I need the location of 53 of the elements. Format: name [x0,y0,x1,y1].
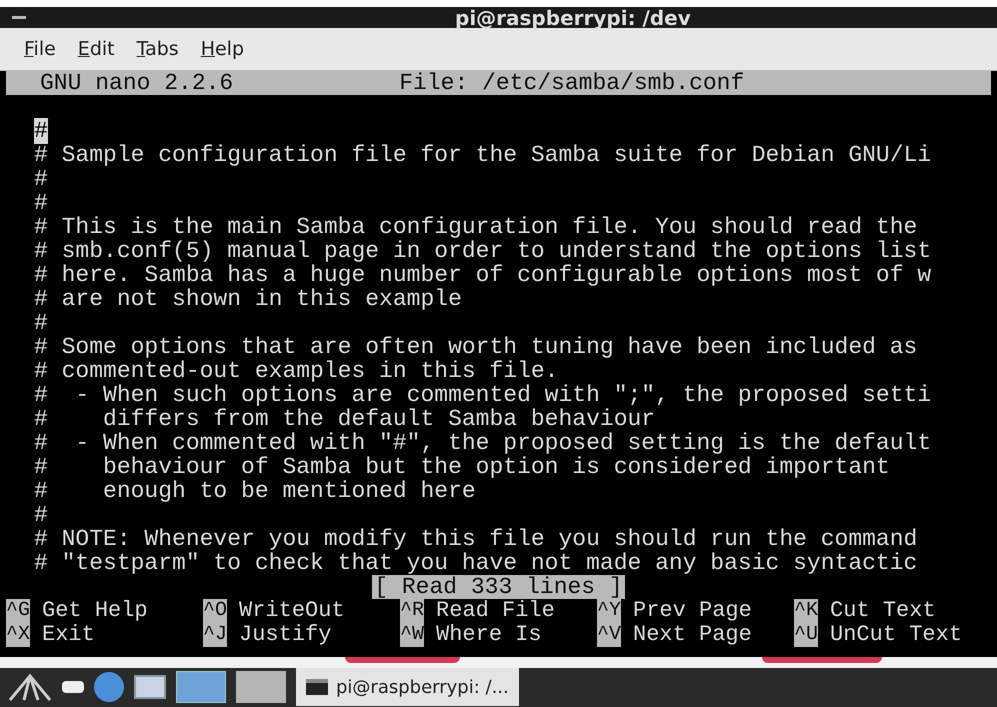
shortcut-label: WriteOut [239,598,345,623]
shortcut-label: UnCut Text [830,622,962,647]
menu-item[interactable]: Tabs [136,34,179,64]
code-line: # smb.conf(5) manual page in order to understand the options list [33,238,932,263]
menu-item[interactable]: File [24,34,56,64]
shortcut-label: Exit [42,622,95,647]
shortcut-key: ^K [794,598,818,623]
code-line: # enough to be mentioned here [33,478,476,503]
taskbar-task[interactable]: pi@raspberrypi: /... [296,668,519,706]
code-line: # [33,502,48,527]
code-line: # behaviour of Samba but the option is considered important [33,454,890,479]
shortcut-key: ^U [794,622,818,647]
terminal-icon [306,679,328,696]
shortcut-key: ^J [203,622,228,647]
nano-version: GNU nano 2.2.6 [40,70,234,95]
shortcut-key: ^V [597,622,622,647]
shortcut-key: ^G [6,598,30,623]
shortcut-label: Get Help [42,598,148,623]
window-menu-icon[interactable] [12,16,26,20]
window-title: pi@raspberrypi: /dev [455,6,691,29]
menu-item[interactable]: Help [200,34,244,64]
code-line: # NOTE: Whenever you modify this file you should run the command [33,526,918,551]
shortcut-label: Justify [239,622,332,647]
shortcut-label: Read File [436,598,555,623]
status-message: [ Read 333 lines ] [372,574,625,599]
shortcut-label: Where Is [436,622,542,647]
code-line: # "testparm" to check that you have not made any basic syntactic [33,550,918,575]
code-line: # [33,310,48,335]
desktop-icon[interactable] [62,681,84,694]
shortcut-key: ^O [203,598,228,623]
code-line: # [33,166,48,191]
code-line: # commented-out examples in this file. [33,358,558,383]
shortcut-label: Next Page [633,622,752,647]
code-line: # [33,190,48,215]
windows-icon[interactable] [134,675,166,700]
shortcut-key: ^Y [597,598,622,623]
code-line: # Sample configuration file for the Samba suite for Debian GNU/Li [33,142,932,167]
code-line: # This is the main Samba configuration file. You should read the [33,214,918,239]
code-line: # - When commented with "#", the proposed setting is the default [33,430,932,455]
globe-icon[interactable] [94,672,124,702]
menu-item[interactable]: Edit [78,34,115,64]
code-line: # - When such options are commented with ";", the proposed setti [33,382,932,407]
code-line: # are not shown in this example [33,286,462,311]
file-name: File: /etc/samba/smb.conf [399,70,744,95]
shortcut-key: ^W [400,622,424,647]
code-line: # here. Samba has a huge number of configurable options most of w [33,262,932,287]
code-line: # differs from the default Samba behaviour [33,406,656,431]
shortcut-key: ^R [400,598,424,623]
shortcut-key: ^X [6,622,30,647]
shortcut-label: Cut Text [830,598,936,623]
shortcut-label: Prev Page [633,598,752,623]
code-line: # Some options that are often worth tuning have been included as [33,334,918,359]
menu-logo-icon[interactable] [8,672,52,702]
